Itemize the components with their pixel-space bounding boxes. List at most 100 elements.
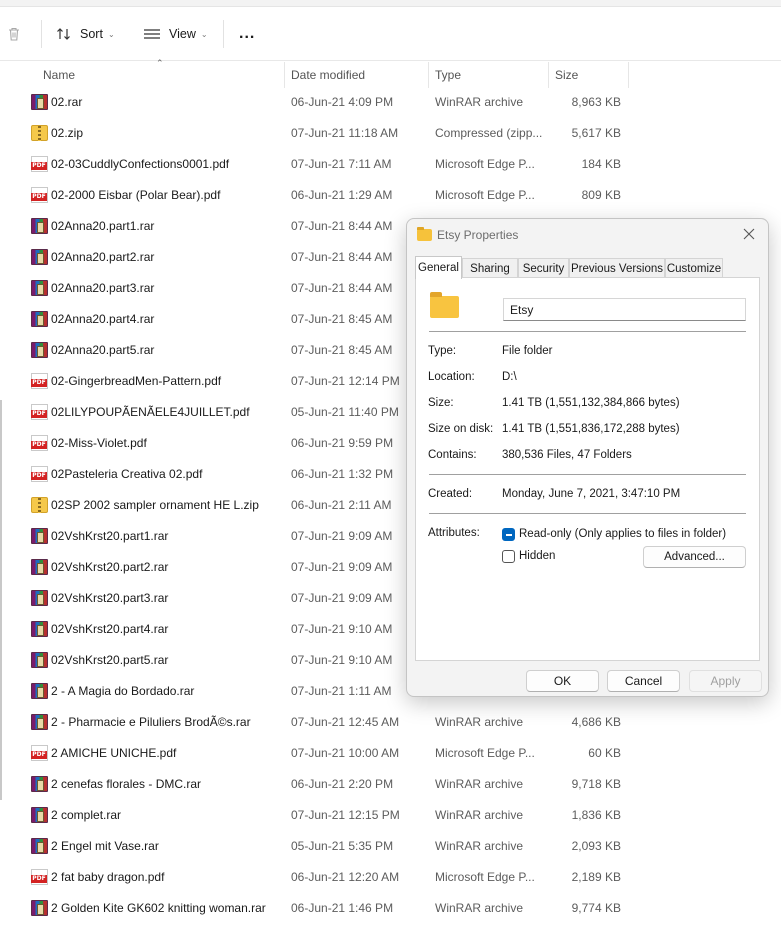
rar-file-icon — [31, 807, 48, 823]
rar-file-icon — [31, 652, 48, 668]
tab-label: Previous Versions — [570, 262, 664, 275]
more-options-button[interactable]: ... — [239, 21, 255, 47]
tab-security[interactable]: Security — [518, 258, 569, 278]
column-header-type[interactable]: Type — [428, 62, 548, 88]
rar-file-icon — [31, 528, 48, 544]
properties-dialog: Etsy Properties General Sharing Security… — [406, 218, 769, 697]
tab-sharing[interactable]: Sharing — [462, 258, 518, 278]
sort-label: Sort — [80, 27, 103, 41]
column-type-label: Type — [435, 68, 462, 82]
file-name: 2 fat baby dragon.pdf — [51, 870, 165, 884]
file-date: 07-Jun-21 9:09 AM — [291, 591, 393, 605]
file-name: 02LILYPOUPÃENÃELE4JUILLET.pdf — [51, 405, 250, 419]
pdf-file-icon — [31, 869, 48, 885]
file-date: 06-Jun-21 12:20 AM — [291, 870, 400, 884]
file-size: 60 KB — [588, 746, 621, 760]
column-header-size[interactable]: Size — [548, 62, 628, 88]
folder-name-field[interactable]: Etsy — [503, 298, 746, 321]
window-top-edge — [0, 0, 781, 7]
file-name: 02Anna20.part2.rar — [51, 250, 155, 264]
file-row[interactable]: 02.rar 06-Jun-21 4:09 PM WinRAR archive 8,9… — [0, 87, 781, 118]
sort-button[interactable]: Sort ⌄ — [56, 21, 115, 47]
delete-button[interactable] — [6, 21, 22, 47]
hidden-label[interactable]: Hidden — [519, 550, 555, 562]
file-size: 2,189 KB — [571, 870, 621, 884]
readonly-label[interactable]: Read-only (Only applies to files in fold… — [519, 528, 726, 540]
file-date: 07-Jun-21 8:44 AM — [291, 250, 393, 264]
advanced-button[interactable]: Advanced... — [643, 546, 746, 568]
file-date: 07-Jun-21 1:11 AM — [291, 684, 392, 698]
file-row[interactable]: 2 Golden Kite GK602 knitting woman.rar 06… — [0, 893, 781, 924]
divider — [429, 513, 746, 514]
file-name: 02VshKrst20.part4.rar — [51, 622, 169, 636]
view-button[interactable]: View ⌄ — [143, 21, 208, 47]
size-value: 1.41 TB (1,551,132,384,866 bytes) — [502, 397, 680, 409]
file-size: 5,617 KB — [571, 126, 621, 140]
pdf-file-icon — [31, 435, 48, 451]
tab-label: Security — [522, 262, 565, 275]
file-type: Compressed (zipp... — [435, 126, 543, 140]
file-date: 07-Jun-21 8:44 AM — [291, 281, 393, 295]
file-size: 4,686 KB — [571, 715, 621, 729]
tab-general[interactable]: General — [415, 256, 462, 279]
file-row[interactable]: 2 cenefas florales - DMC.rar 06-Jun-21 2:… — [0, 769, 781, 800]
column-header-date[interactable]: Date modified — [284, 62, 428, 88]
file-row[interactable]: 2 Engel mit Vase.rar 05-Jun-21 5:35 PM Win… — [0, 831, 781, 862]
file-name: 2 Engel mit Vase.rar — [51, 839, 159, 853]
file-size: 9,718 KB — [571, 777, 621, 791]
ok-button[interactable]: OK — [526, 670, 599, 692]
hidden-checkbox[interactable] — [502, 550, 515, 563]
file-name: 02Anna20.part3.rar — [51, 281, 155, 295]
dialog-title: Etsy Properties — [437, 228, 519, 242]
rar-file-icon — [31, 249, 48, 265]
tab-customize[interactable]: Customize — [665, 258, 723, 278]
file-row[interactable]: 02-03CuddlyConfections0001.pdf 07-Jun-21 … — [0, 149, 781, 180]
rar-file-icon — [31, 714, 48, 730]
file-size: 809 KB — [581, 188, 621, 202]
close-button[interactable] — [739, 224, 759, 244]
file-date: 06-Jun-21 4:09 PM — [291, 95, 394, 109]
file-date: 07-Jun-21 8:44 AM — [291, 219, 393, 233]
file-row[interactable]: 2 fat baby dragon.pdf 06-Jun-21 12:20 AM M… — [0, 862, 781, 893]
file-row[interactable]: 2 - Pharmacie e Piluliers BrodÃ©s.rar 07-… — [0, 707, 781, 738]
cancel-button[interactable]: Cancel — [607, 670, 680, 692]
file-date: 06-Jun-21 9:59 PM — [291, 436, 394, 450]
file-size: 9,774 KB — [571, 901, 621, 915]
readonly-checkbox[interactable] — [502, 528, 515, 541]
file-row[interactable]: 2 complet.rar 07-Jun-21 12:15 PM WinRAR ar… — [0, 800, 781, 831]
file-row[interactable]: 2 AMICHE UNICHE.pdf 07-Jun-21 10:00 AM Mic… — [0, 738, 781, 769]
file-type: WinRAR archive — [435, 95, 524, 109]
file-size: 8,963 KB — [571, 95, 621, 109]
folder-icon — [417, 227, 432, 241]
file-name: 02Pasteleria Creativa 02.pdf — [51, 467, 203, 481]
file-date: 07-Jun-21 11:18 AM — [291, 126, 399, 140]
file-type: WinRAR archive — [435, 715, 524, 729]
apply-button[interactable]: Apply — [689, 670, 762, 692]
pdf-file-icon — [31, 187, 48, 203]
type-value: File folder — [502, 345, 553, 357]
file-type: WinRAR archive — [435, 901, 524, 915]
zip-file-icon — [31, 125, 48, 141]
column-divider[interactable] — [628, 62, 629, 88]
file-name: 02SP 2002 sampler ornament HE L.zip — [51, 498, 259, 512]
file-type: WinRAR archive — [435, 839, 524, 853]
file-name: 02VshKrst20.part3.rar — [51, 591, 169, 605]
created-label: Created: — [428, 488, 473, 500]
pdf-file-icon — [31, 466, 48, 482]
size-on-disk-label: Size on disk: — [428, 423, 494, 435]
trash-icon — [9, 27, 19, 41]
tab-previous-versions[interactable]: Previous Versions — [569, 258, 665, 278]
file-size: 184 KB — [581, 157, 621, 171]
file-name: 02Anna20.part4.rar — [51, 312, 155, 326]
file-name: 2 Golden Kite GK602 knitting woman.rar — [51, 901, 266, 915]
location-label: Location: — [428, 371, 475, 383]
file-date: 07-Jun-21 9:09 AM — [291, 560, 393, 574]
rar-file-icon — [31, 280, 48, 296]
file-date: 06-Jun-21 2:11 AM — [291, 498, 392, 512]
file-date: 07-Jun-21 10:00 AM — [291, 746, 400, 760]
file-row[interactable]: 02.zip 07-Jun-21 11:18 AM Compressed (zipp… — [0, 118, 781, 149]
dialog-title-bar[interactable]: Etsy Properties — [407, 219, 768, 251]
created-value: Monday, June 7, 2021, 3:47:10 PM — [502, 488, 681, 500]
file-row[interactable]: 02-2000 Eisbar (Polar Bear).pdf 06-Jun-21… — [0, 180, 781, 211]
tab-label: Customize — [666, 262, 722, 275]
